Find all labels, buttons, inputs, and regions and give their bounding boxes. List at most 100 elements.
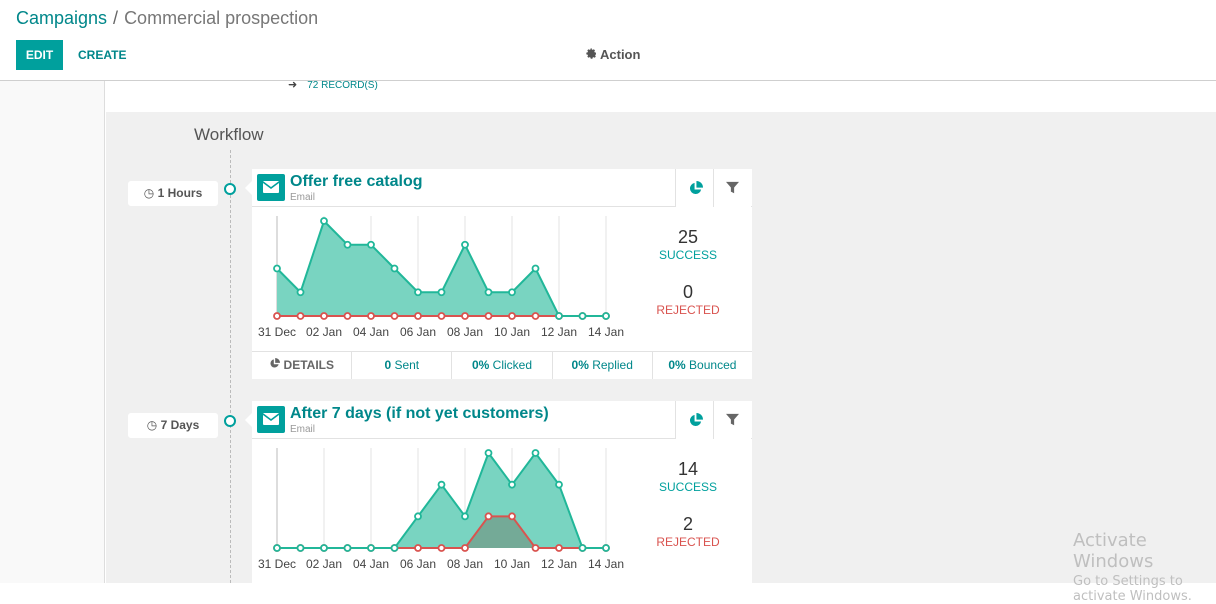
activity-card: Offer free catalog Email 31 Dec 02 Jan 04 … xyxy=(245,169,752,379)
workflow-title: Workflow xyxy=(194,125,264,144)
activate-windows-watermark: Activate Windows Go to Settings to activ… xyxy=(1073,530,1216,604)
activity-chart: 31 Dec 02 Jan 04 Jan 06 Jan 08 Jan 10 Jan 12 J… xyxy=(258,216,624,339)
clock-icon: ◷ xyxy=(143,186,155,200)
data-point-success xyxy=(296,288,305,297)
x-tick-label: 08 Jan xyxy=(447,325,483,339)
data-point-success xyxy=(320,544,328,552)
data-point-success xyxy=(555,480,563,489)
x-tick-label: 14 Jan xyxy=(588,325,624,339)
activity-title[interactable]: After 7 days (if not yet customers) xyxy=(290,405,549,423)
breadcrumb-separator: / xyxy=(113,8,119,28)
action-dropdown[interactable]: Action xyxy=(586,47,640,62)
data-point-success xyxy=(343,240,352,249)
x-tick-label: 04 Jan xyxy=(353,325,389,339)
delay-label: 1 Hours xyxy=(157,186,203,200)
gear-icon xyxy=(586,47,597,62)
replied-stat-button[interactable]: 0% Replied xyxy=(551,352,652,379)
pie-chart-button[interactable] xyxy=(675,401,713,439)
records-label: 72 RECORD(S) xyxy=(307,80,378,91)
x-tick-label: 02 Jan xyxy=(306,557,342,571)
envelope-icon xyxy=(257,406,285,433)
envelope-icon xyxy=(257,174,285,201)
delay-badge: ◷ 1 Hours xyxy=(128,181,218,206)
x-tick-label: 31 Dec xyxy=(258,325,296,339)
rejected-count: 0 xyxy=(682,282,693,302)
activity-body: 31 Dec 02 Jan 04 Jan 06 Jan 08 Jan 10 Jan 12 J… xyxy=(252,207,752,351)
edit-button[interactable]: EDIT xyxy=(16,40,63,70)
x-tick-label: 06 Jan xyxy=(400,325,436,339)
clock-icon: ◷ xyxy=(146,418,158,432)
x-tick-label: 06 Jan xyxy=(400,557,436,571)
rejected-label: REJECTED xyxy=(656,303,720,317)
data-point-success xyxy=(343,544,352,552)
bounced-stat-button[interactable]: 0% Bounced xyxy=(651,352,752,379)
activity-type: Email xyxy=(290,424,316,435)
data-point-success xyxy=(484,449,493,457)
x-tick-label: 04 Jan xyxy=(353,557,389,571)
rejected-label: REJECTED xyxy=(656,535,720,549)
delay-badge: ◷ 7 Days xyxy=(128,413,218,438)
pie-chart-icon xyxy=(270,358,281,368)
action-label: Action xyxy=(600,47,641,62)
data-point-success xyxy=(531,264,540,273)
sent-stat-button[interactable]: 0 Sent xyxy=(351,352,451,379)
data-point-rejected xyxy=(390,312,399,320)
activity-stats: 14 SUCCESS 2 REJECTED xyxy=(638,439,738,549)
activity-stats: 25 SUCCESS 0 REJECTED xyxy=(638,207,738,317)
data-point-success xyxy=(273,544,281,552)
watermark-line2: Go to Settings to activate Windows. xyxy=(1073,574,1192,604)
breadcrumb-campaigns-link[interactable]: Campaigns xyxy=(16,8,107,28)
data-point-success xyxy=(367,240,375,249)
data-point-success xyxy=(367,544,375,552)
delay-label: 7 Days xyxy=(160,418,200,432)
x-tick-label: 02 Jan xyxy=(306,325,342,339)
rejected-count: 2 xyxy=(682,514,693,534)
form-sheet xyxy=(106,81,1216,112)
pie-chart-button[interactable] xyxy=(675,169,713,207)
data-point-rejected xyxy=(437,544,446,552)
create-button[interactable]: CREATE xyxy=(70,40,134,70)
data-point-rejected xyxy=(320,312,328,320)
data-point-success xyxy=(578,544,587,552)
replied-label: Replied xyxy=(588,358,633,372)
x-tick-label: 14 Jan xyxy=(588,557,624,571)
control-panel: Campaigns / Commercial prospection EDIT CR… xyxy=(0,0,1216,81)
data-point-success xyxy=(390,544,399,552)
data-point-success xyxy=(437,480,446,489)
data-point-rejected xyxy=(414,312,422,320)
bounced-count: 0% xyxy=(668,358,686,372)
data-point-success xyxy=(602,544,610,552)
success-label: SUCCESS xyxy=(658,248,717,262)
data-point-rejected xyxy=(273,312,281,320)
pie-chart-icon xyxy=(689,413,703,427)
data-point-rejected xyxy=(484,512,493,521)
data-point-rejected xyxy=(343,312,352,320)
timeline-line xyxy=(230,150,231,583)
data-point-success xyxy=(461,240,469,249)
clicked-label: Clicked xyxy=(489,358,533,372)
sent-label: Sent xyxy=(391,358,420,372)
data-point-success xyxy=(461,512,469,521)
x-tick-label: 08 Jan xyxy=(447,557,483,571)
activity-card: After 7 days (if not yet customers) Emai… xyxy=(245,401,752,583)
activity-header: After 7 days (if not yet customers) Emai… xyxy=(252,401,752,439)
data-point-success xyxy=(578,312,587,320)
filter-button[interactable] xyxy=(713,169,751,207)
data-point-rejected xyxy=(508,312,516,320)
data-point-success xyxy=(508,288,516,297)
data-point-success xyxy=(414,512,422,521)
data-point-rejected xyxy=(461,312,469,320)
clicked-stat-button[interactable]: 0% Clicked xyxy=(451,352,551,379)
activity-title[interactable]: Offer free catalog xyxy=(290,173,422,191)
success-count: 14 xyxy=(677,459,699,479)
replied-count: 0% xyxy=(571,358,589,372)
clicked-count: 0% xyxy=(471,358,490,372)
data-point-rejected xyxy=(484,312,493,320)
left-pane xyxy=(0,81,105,583)
watermark-line1: Activate Windows xyxy=(1073,530,1154,572)
x-tick-label: 31 Dec xyxy=(258,557,296,571)
data-point-rejected xyxy=(531,544,540,552)
details-button[interactable]: DETAILS xyxy=(252,352,351,379)
filter-button[interactable] xyxy=(713,401,751,439)
pie-chart-icon xyxy=(689,181,703,195)
